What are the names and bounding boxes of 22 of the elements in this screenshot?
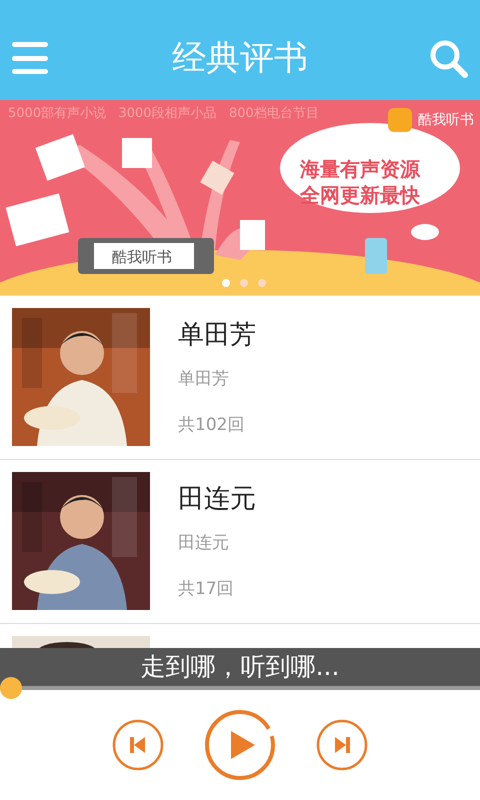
- book-title: 单田芳: [178, 319, 256, 352]
- episode-count: 共102回: [178, 414, 246, 436]
- progress-bar[interactable]: [0, 677, 480, 699]
- banner-tagline: 5000部有声小说 3000段相声小品 800档电台节目: [8, 105, 319, 123]
- book-row[interactable]: 田连元 田连元 共17回: [0, 459, 480, 623]
- book-author: 单田芳: [178, 368, 230, 391]
- banner[interactable]: 5000部有声小说 3000段相声小品 800档电台节目 酷我听书 海量有声资源 全网更新最快 酷我听书: [0, 100, 480, 295]
- book-title: 田连元: [178, 483, 256, 516]
- bubble-text: 海量有声资源 全网更新最快: [300, 156, 420, 208]
- search-icon[interactable]: [428, 38, 468, 78]
- progress-thumb[interactable]: [0, 677, 22, 699]
- brand-name: 酷我听书: [418, 110, 474, 130]
- app-logo-icon: [388, 108, 412, 132]
- episode-count: 共17回: [178, 578, 235, 600]
- page-title: 经典评书: [172, 36, 308, 80]
- next-icon[interactable]: [316, 719, 368, 771]
- play-icon[interactable]: [204, 709, 276, 781]
- book-row[interactable]: 单田芳 单田芳 共102回: [0, 295, 480, 459]
- caption-text: 走到哪，听到哪...: [140, 651, 340, 684]
- tablet-label: 酷我听书: [112, 247, 172, 268]
- previous-icon[interactable]: [112, 719, 164, 771]
- book-author: 田连元: [178, 532, 230, 555]
